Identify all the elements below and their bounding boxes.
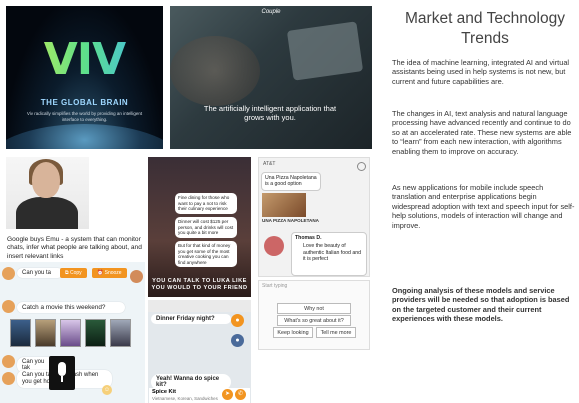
luka-message: Dinner will cost $125 per person, and dr… <box>175 217 237 238</box>
viv-subtitle: Viv radically simplifies the world by pr… <box>26 111 143 122</box>
page-title: Market and Technology Trends <box>405 10 565 47</box>
contact-avatar <box>2 267 15 280</box>
chat-bubble: Can you ta <box>17 268 63 278</box>
contact-avatar <box>2 355 15 368</box>
reply-tell-me-more[interactable]: Tell me more <box>316 327 356 338</box>
luka-chat-screen: Fine dining for those who want to pay a … <box>148 157 251 297</box>
restaurant-photo <box>262 193 306 217</box>
couple-caption: The artificially intelligent application… <box>203 104 337 122</box>
contact-avatar <box>2 372 15 385</box>
messenger-screen: Dinner Friday night? ● ● Yeah! Wanna do … <box>148 300 251 403</box>
paragraph-mobile-apps: As new applications for mobile include s… <box>392 183 575 230</box>
review-quote: Love the beauty of authentic Italian foo… <box>303 243 361 263</box>
review-card[interactable]: Thomas D. Love the beauty of authentic I… <box>291 232 367 276</box>
movie-poster[interactable] <box>10 319 31 347</box>
couple-banner: Couple The artificially intelligent appl… <box>170 6 372 149</box>
movie-poster[interactable] <box>85 319 106 347</box>
location-icon[interactable]: ➤ <box>222 389 233 400</box>
avatar-head <box>32 162 60 198</box>
virtual-assistant-avatar <box>6 157 89 229</box>
phone-image <box>286 21 364 81</box>
status-bar-carrier: AT&T <box>263 161 276 167</box>
phone-icon[interactable]: ✆ <box>235 389 246 400</box>
copy-label: Copy <box>69 270 82 276</box>
contact-avatar: ● <box>231 334 244 347</box>
couple-brand: Couple <box>261 9 281 15</box>
reply-whats-great[interactable]: What's so great about it? <box>277 315 351 326</box>
luka-message: But for that kind of money you get some … <box>175 241 237 267</box>
luka-message: Fine dining for those who want to pay a … <box>175 193 237 214</box>
viv-tagline: THE GLOBAL BRAIN <box>40 98 129 107</box>
paragraph-ongoing-analysis: Ongoing analysis of these models and ser… <box>392 286 570 324</box>
chat-bubble: Dinner Friday night? <box>151 314 231 324</box>
foursquare-reply-area: Start typing Why not What's so great abo… <box>258 280 370 350</box>
microphone-icon[interactable] <box>49 356 75 390</box>
menu-icon[interactable] <box>357 162 366 171</box>
viv-logo: VIV <box>6 34 163 85</box>
paragraph-intro: The idea of machine learning, integrated… <box>392 58 570 86</box>
reviewer-avatar <box>264 236 284 256</box>
contact-avatar <box>2 300 15 313</box>
reply-keep-looking[interactable]: Keep looking <box>273 327 313 338</box>
bot-message: Una Pizza Napoletana is a good option <box>261 172 321 191</box>
snooze-label: Snooze <box>104 270 122 276</box>
movie-poster[interactable] <box>60 319 81 347</box>
foursquare-chat-screen: AT&T Una Pizza Napoletana is a good opti… <box>258 157 370 277</box>
avatar-body <box>16 197 78 229</box>
movie-poster[interactable] <box>35 319 56 347</box>
text-input[interactable]: Start typing <box>262 283 287 289</box>
emu-description: Google buys Emu - a system that can moni… <box>7 236 142 260</box>
paragraph-ai-changes: The changes in AI, text analysis and nat… <box>392 109 572 156</box>
messenger-top-bar <box>148 300 251 312</box>
copy-button[interactable]: ⧉ Copy <box>60 268 87 278</box>
planet-image <box>6 124 163 149</box>
user-avatar <box>130 270 143 283</box>
snooze-button[interactable]: ⏰ Snooze <box>92 268 127 278</box>
reviewer-name: Thomas D. <box>295 235 322 241</box>
movie-poster[interactable] <box>110 319 131 347</box>
restaurant-card-title[interactable]: UNA PIZZA NAPOLETANA <box>262 218 319 223</box>
hand-image <box>170 36 260 106</box>
user-avatar: ● <box>231 314 244 327</box>
chat-bubble: Catch a movie this weekend? <box>17 302 125 313</box>
emoji-icon[interactable]: ☺ <box>102 385 112 395</box>
reply-why-not[interactable]: Why not <box>277 303 351 314</box>
place-card[interactable]: Spice Kit Vietnamese, Korean, Sandwiches… <box>149 388 250 403</box>
viv-banner: VIV THE GLOBAL BRAIN Viv radically simpl… <box>6 6 163 149</box>
luka-caption: YOU CAN TALK TO LUKA LIKE YOU WOULD TO Y… <box>151 278 248 291</box>
